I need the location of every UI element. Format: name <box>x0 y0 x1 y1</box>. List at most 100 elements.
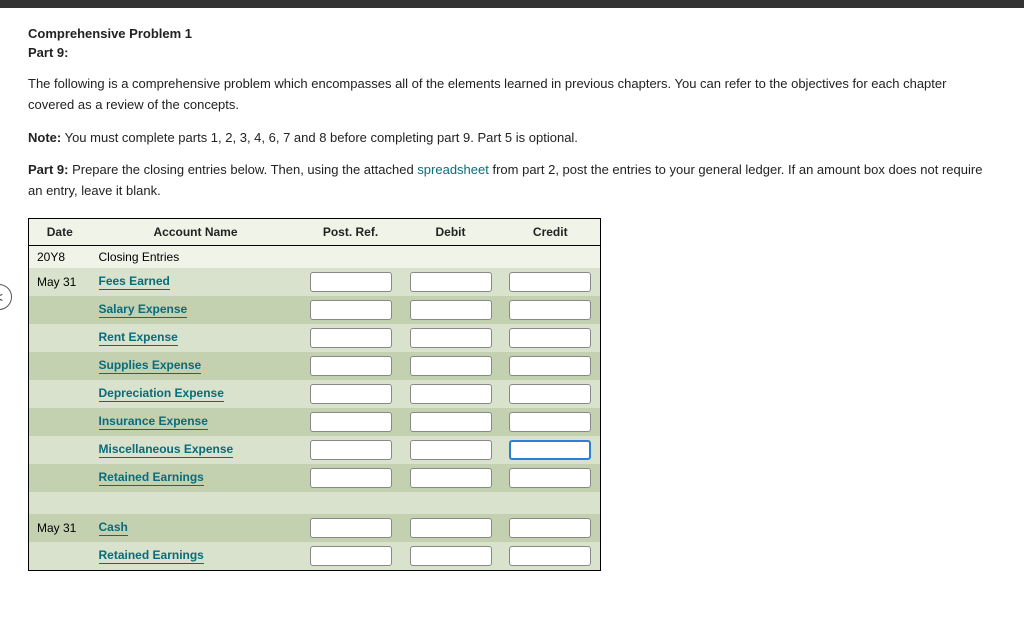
date-cell: May 31 <box>29 514 91 542</box>
th-debit: Debit <box>401 218 501 245</box>
credit-cell <box>501 464 601 492</box>
note-paragraph: Note: You must complete parts 1, 2, 3, 4… <box>28 128 996 149</box>
main-content: Comprehensive Problem 1 Part 9: The foll… <box>0 8 1024 589</box>
note-bold: Note: <box>28 130 61 145</box>
account-cell: Fees Earned <box>91 268 301 296</box>
postref-input[interactable] <box>310 356 392 376</box>
date-cell: May 31 <box>29 268 91 296</box>
postref-cell <box>301 380 401 408</box>
window-topbar <box>0 0 1024 8</box>
debit-cell <box>401 380 501 408</box>
date-cell <box>29 492 91 514</box>
note-text: You must complete parts 1, 2, 3, 4, 6, 7… <box>61 130 578 145</box>
debit-cell <box>401 408 501 436</box>
postref-input[interactable] <box>310 384 392 404</box>
debit-input[interactable] <box>410 300 492 320</box>
account-link[interactable]: Retained Earnings <box>99 470 204 486</box>
credit-input[interactable] <box>509 546 591 566</box>
credit-cell <box>501 268 601 296</box>
postref-input[interactable] <box>310 328 392 348</box>
credit-cell <box>501 514 601 542</box>
credit-input[interactable] <box>509 272 591 292</box>
debit-input[interactable] <box>410 412 492 432</box>
debit-input[interactable] <box>410 518 492 538</box>
credit-cell <box>501 542 601 571</box>
postref-input[interactable] <box>310 412 392 432</box>
postref-cell <box>301 408 401 436</box>
closing-entries-label: Closing Entries <box>91 245 301 268</box>
postref-cell <box>301 352 401 380</box>
year-cell: 20Y8 <box>29 245 91 268</box>
date-cell <box>29 464 91 492</box>
date-cell <box>29 542 91 571</box>
account-cell: Salary Expense <box>91 296 301 324</box>
date-cell <box>29 352 91 380</box>
debit-cell <box>401 464 501 492</box>
postref-input[interactable] <box>310 468 392 488</box>
debit-input[interactable] <box>410 328 492 348</box>
account-cell: Retained Earnings <box>91 464 301 492</box>
debit-input[interactable] <box>410 356 492 376</box>
debit-cell <box>401 268 501 296</box>
ledger-table-wrap: Date Account Name Post. Ref. Debit Credi… <box>28 218 996 571</box>
problem-title: Comprehensive Problem 1 <box>28 26 996 41</box>
part9-text-before: Prepare the closing entries below. Then,… <box>68 162 417 177</box>
credit-input[interactable] <box>509 356 591 376</box>
account-link[interactable]: Salary Expense <box>99 302 188 318</box>
account-link[interactable]: Insurance Expense <box>99 414 208 430</box>
part9-paragraph: Part 9: Prepare the closing entries belo… <box>28 160 996 202</box>
spreadsheet-link[interactable]: spreadsheet <box>417 162 489 177</box>
account-cell <box>91 492 301 514</box>
ledger-table: Date Account Name Post. Ref. Debit Credi… <box>28 218 601 571</box>
postref-cell <box>301 514 401 542</box>
account-link[interactable]: Depreciation Expense <box>99 386 224 402</box>
date-cell <box>29 436 91 464</box>
postref-input[interactable] <box>310 440 392 460</box>
part9-bold: Part 9: <box>28 162 68 177</box>
postref-input[interactable] <box>310 272 392 292</box>
debit-input[interactable] <box>410 272 492 292</box>
credit-cell <box>501 380 601 408</box>
debit-cell <box>401 492 501 514</box>
credit-input[interactable] <box>509 300 591 320</box>
postref-cell <box>301 436 401 464</box>
postref-cell <box>301 296 401 324</box>
credit-input[interactable] <box>509 468 591 488</box>
date-cell <box>29 296 91 324</box>
date-cell <box>29 380 91 408</box>
credit-input[interactable] <box>509 384 591 404</box>
credit-input[interactable] <box>509 412 591 432</box>
intro-paragraph: The following is a comprehensive problem… <box>28 74 996 116</box>
debit-input[interactable] <box>410 440 492 460</box>
account-cell: Retained Earnings <box>91 542 301 571</box>
credit-input[interactable] <box>509 440 591 460</box>
account-link[interactable]: Cash <box>99 520 128 536</box>
account-link[interactable]: Supplies Expense <box>99 358 202 374</box>
part-label: Part 9: <box>28 45 996 60</box>
credit-cell <box>501 352 601 380</box>
credit-input[interactable] <box>509 328 591 348</box>
account-link[interactable]: Rent Expense <box>99 330 178 346</box>
credit-cell <box>501 492 601 514</box>
account-link[interactable]: Fees Earned <box>99 274 170 290</box>
postref-input[interactable] <box>310 300 392 320</box>
debit-cell <box>401 436 501 464</box>
account-cell: Supplies Expense <box>91 352 301 380</box>
debit-input[interactable] <box>410 546 492 566</box>
postref-input[interactable] <box>310 518 392 538</box>
debit-input[interactable] <box>410 468 492 488</box>
account-link[interactable]: Retained Earnings <box>99 548 204 564</box>
postref-cell <box>301 268 401 296</box>
account-link[interactable]: Miscellaneous Expense <box>99 442 234 458</box>
postref-input[interactable] <box>310 546 392 566</box>
date-cell <box>29 324 91 352</box>
debit-input[interactable] <box>410 384 492 404</box>
debit-cell <box>401 352 501 380</box>
postref-cell <box>301 324 401 352</box>
credit-input[interactable] <box>509 518 591 538</box>
postref-cell <box>301 542 401 571</box>
account-cell: Rent Expense <box>91 324 301 352</box>
chevron-left-icon: < <box>0 289 3 305</box>
postref-cell <box>301 464 401 492</box>
postref-cell <box>301 492 401 514</box>
